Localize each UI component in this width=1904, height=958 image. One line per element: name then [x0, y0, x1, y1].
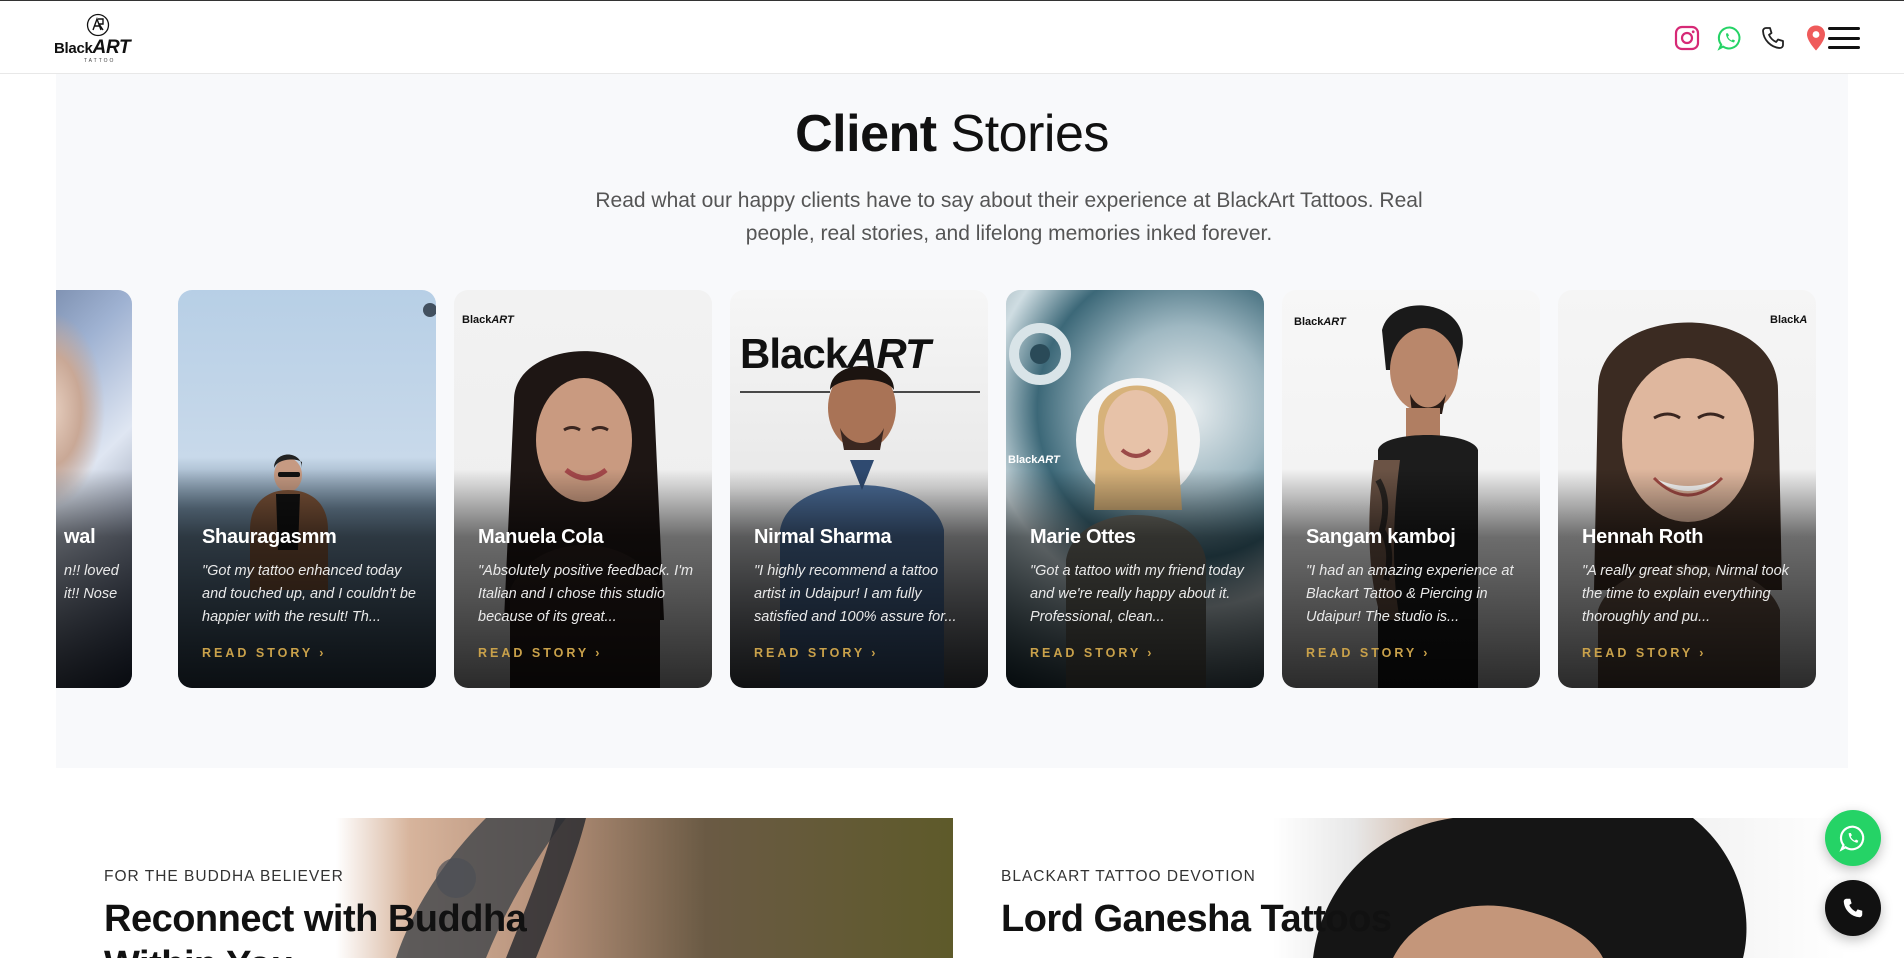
chevron-right-icon: › [1699, 646, 1704, 660]
story-name: Sangam kamboj [1306, 526, 1456, 548]
client-stories-section: Client Stories Read what our happy clien… [56, 74, 1848, 768]
instagram-icon[interactable] [1673, 24, 1701, 52]
logo-mark-icon [86, 13, 110, 37]
site-logo[interactable]: BlackART TATTOO [54, 11, 146, 65]
read-story-link[interactable]: READ STORY › [1030, 646, 1151, 660]
hamburger-menu-icon[interactable] [1828, 23, 1860, 53]
whatsapp-icon [1839, 825, 1865, 852]
site-header: BlackART TATTOO [0, 0, 1904, 74]
story-quote: "Got a tattoo with my friend today and w… [1030, 563, 1244, 625]
story-name: Manuela Cola [478, 526, 604, 548]
chevron-right-icon: › [319, 646, 324, 660]
story-quote: "I highly recommend a tattoo artist in U… [754, 563, 957, 625]
phone-icon [1843, 898, 1863, 918]
call-fab-button[interactable] [1825, 880, 1881, 936]
section-title: Client Stories [795, 105, 1109, 163]
read-story-link[interactable]: READ STORY › [1306, 646, 1427, 660]
feature-title: Reconnect with Buddha Within You [104, 898, 527, 958]
story-card[interactable]: BlackA Hennah Roth "A really great shop,… [1558, 290, 1816, 688]
whatsapp-fab-button[interactable] [1825, 810, 1881, 866]
story-card[interactable]: BlackART Manuela Cola "Absolutely positi… [454, 290, 712, 688]
story-name: Shauragasmm [202, 526, 337, 548]
story-card[interactable]: Shauragasmm "Got my tattoo enhanced toda… [178, 290, 436, 688]
story-quote: "Got my tattoo enhanced today and touche… [202, 563, 416, 625]
feature-eyebrow: FOR THE BUDDHA BELIEVER [104, 868, 344, 885]
story-card[interactable]: BlackART Nirmal Sharma "I highly recomme… [730, 290, 988, 688]
read-story-link[interactable]: READ STORY › [754, 646, 875, 660]
story-name: Nirmal Sharma [754, 526, 892, 548]
story-name: Hennah Roth [1582, 526, 1704, 548]
chevron-right-icon: › [871, 646, 876, 660]
story-card[interactable]: BlackART Sangam kamboj "I had an amazing… [1282, 290, 1540, 688]
logo-wordmark: BlackART [54, 37, 131, 58]
chevron-right-icon: › [1423, 646, 1428, 660]
chevron-right-icon: › [595, 646, 600, 660]
location-pin-icon[interactable] [1802, 24, 1830, 52]
feature-buddha[interactable]: FOR THE BUDDHA BELIEVER Reconnect with B… [56, 818, 953, 958]
chevron-right-icon: › [1147, 646, 1152, 660]
logo-subtext: TATTOO [84, 58, 116, 64]
feature-ganesha[interactable]: BLACKART TATTOO DEVOTION Lord Ganesha Ta… [953, 818, 1848, 958]
story-name: wal [64, 526, 96, 548]
feature-title: Lord Ganesha Tattoos [1001, 898, 1392, 940]
story-card[interactable]: wal n!! loved it!! Nose [56, 290, 132, 688]
story-quote: "I had an amazing experience at Blackart… [1306, 563, 1514, 625]
story-quote: n!! loved it!! Nose [64, 563, 119, 602]
phone-icon[interactable] [1759, 24, 1787, 52]
story-card[interactable]: BlackART Marie Ottes "Got a tattoo with … [1006, 290, 1264, 688]
section-description: Read what our happy clients have to say … [595, 189, 1423, 245]
whatsapp-icon[interactable] [1716, 24, 1744, 52]
read-story-link[interactable]: READ STORY › [1582, 646, 1703, 660]
read-story-link[interactable]: READ STORY › [202, 646, 323, 660]
read-story-link[interactable]: READ STORY › [478, 646, 599, 660]
feature-eyebrow: BLACKART TATTOO DEVOTION [1001, 868, 1256, 885]
header-contact-icons [1673, 21, 1830, 55]
story-quote: "A really great shop, Nirmal took the ti… [1582, 563, 1789, 625]
story-quote: "Absolutely positive feedback. I'm Itali… [478, 563, 694, 625]
stories-carousel[interactable]: wal n!! loved it!! Nose Shauragasmm "Got… [56, 290, 1848, 690]
story-name: Marie Ottes [1030, 526, 1136, 548]
